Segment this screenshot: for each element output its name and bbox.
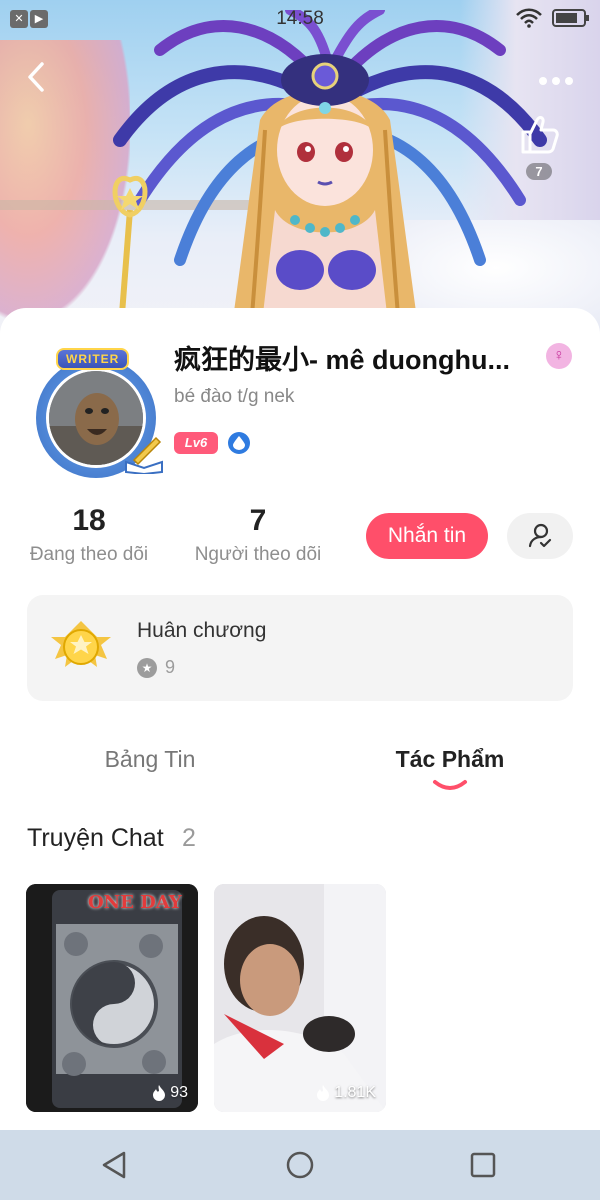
story-card[interactable]: ONE DAY 93: [26, 884, 198, 1112]
following-label: Đang theo dõi: [29, 544, 149, 565]
story-views: 1.81K: [316, 1084, 376, 1102]
more-options-button[interactable]: [538, 62, 574, 92]
following-stat[interactable]: 18 Đang theo dõi: [18, 504, 160, 566]
following-count: 18: [72, 504, 106, 537]
username: 疯狂的最小- mê duonghu...: [174, 345, 510, 375]
more-dots-icon: [539, 77, 573, 85]
like-count: 7: [526, 163, 552, 180]
fire-icon: [153, 1085, 166, 1101]
story-cover-image: [26, 884, 198, 1112]
followers-stat[interactable]: 7 Người theo dõi: [186, 504, 330, 566]
fire-icon: [317, 1085, 330, 1101]
level-badge[interactable]: Lv6: [174, 432, 218, 454]
system-navigation-bar: [0, 1130, 600, 1200]
nav-home-circle-icon[interactable]: [285, 1150, 315, 1180]
female-icon: ♀: [546, 343, 572, 369]
character-illustration: [112, 10, 547, 340]
back-button[interactable]: [24, 60, 54, 96]
active-tab-indicator: [433, 780, 467, 790]
nav-back-triangle-icon[interactable]: [100, 1150, 130, 1180]
status-time: 14:58: [276, 8, 324, 29]
battery-icon: [552, 9, 589, 27]
profile-banner: [0, 0, 600, 340]
story-views: 93: [152, 1084, 188, 1102]
star-icon: ★: [137, 657, 157, 678]
like-button[interactable]: 7: [516, 112, 562, 181]
battery-level-fill: [556, 13, 577, 23]
pen-book-icon: [125, 436, 163, 474]
followers-label: Người theo dõi: [194, 544, 322, 565]
bio-text: bé đào t/g nek: [174, 386, 295, 407]
message-button[interactable]: Nhắn tin: [366, 513, 488, 559]
medals-title: Huân chương: [137, 619, 267, 642]
medals-count-row: ★ 9: [137, 657, 175, 678]
writer-badge: WRITER: [56, 348, 130, 370]
profile-card: WRITER 疯狂的最小- mê duonghu... ♀ bé đào t/g…: [0, 308, 600, 1130]
section-title: Truyện Chat: [27, 824, 164, 852]
nav-recents-square-icon[interactable]: [468, 1150, 498, 1180]
story-cover-image: [214, 884, 386, 1112]
story-views-count: 93: [170, 1084, 188, 1101]
avatar[interactable]: WRITER: [28, 348, 164, 478]
water-drop-badge-icon[interactable]: [228, 432, 250, 454]
thumbs-up-icon: [521, 116, 559, 154]
followers-count: 7: [249, 504, 267, 537]
story-views-count: 1.81K: [334, 1084, 376, 1101]
chevron-left-icon: [28, 62, 44, 92]
medal-icon: [51, 621, 111, 667]
status-indicators: [516, 8, 589, 28]
status-bar: ✕ ▶ 14:58: [0, 0, 600, 38]
story-cover-title: ONE DAY: [88, 892, 182, 913]
section-count: 2: [182, 824, 196, 852]
story-card[interactable]: 1.81K: [214, 884, 386, 1112]
tab-works[interactable]: Tác Phẩm: [360, 746, 540, 773]
tab-news[interactable]: Bảng Tin: [60, 746, 240, 773]
drop-icon: [233, 436, 245, 450]
medals-section[interactable]: Huân chương ★ 9: [27, 595, 573, 701]
follow-button[interactable]: [507, 513, 573, 559]
follow-user-icon: [528, 523, 552, 548]
medals-count: 9: [165, 657, 176, 677]
wifi-icon: [516, 8, 542, 28]
